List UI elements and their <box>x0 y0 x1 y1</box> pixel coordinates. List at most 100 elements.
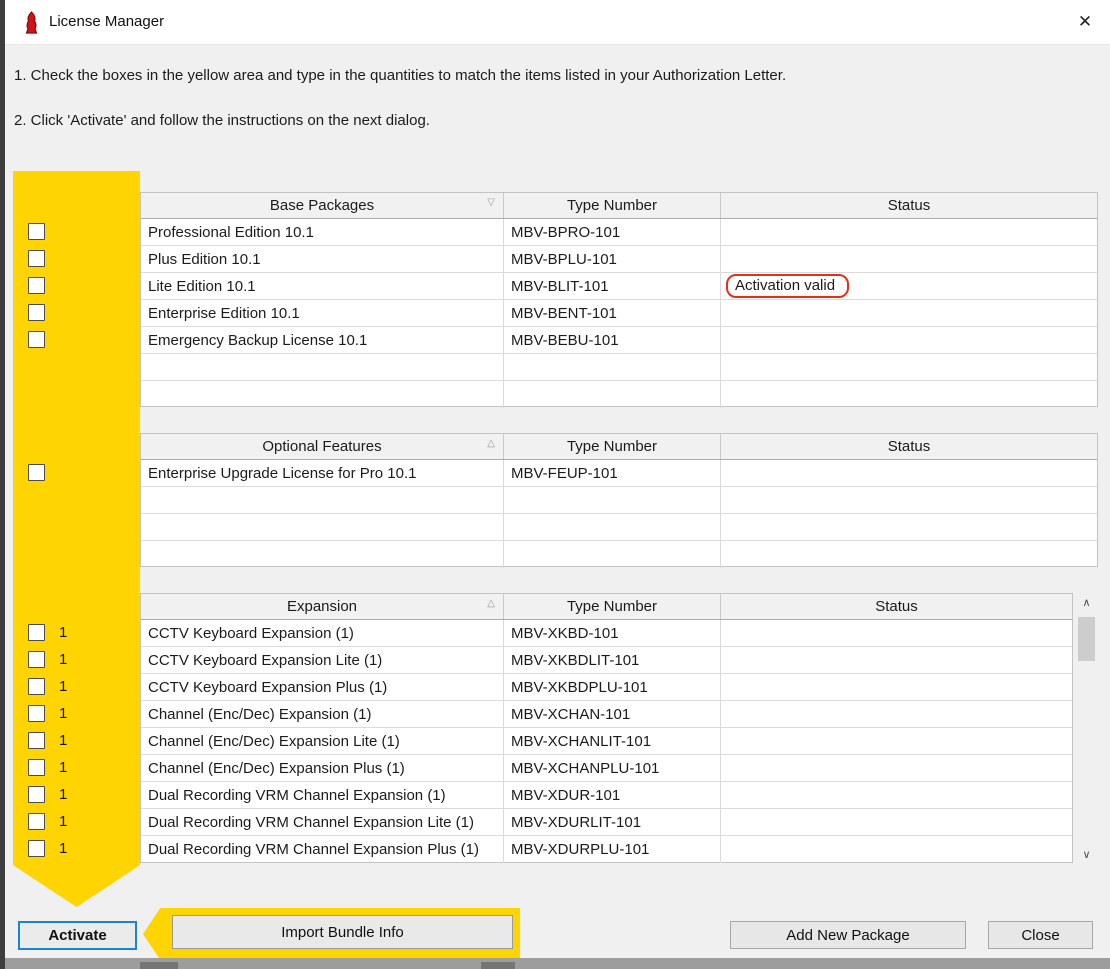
quantity-value[interactable]: 1 <box>59 840 69 857</box>
column-header-status[interactable]: Status <box>721 434 1097 459</box>
status-cell <box>721 674 1072 701</box>
checkbox-column <box>13 433 140 567</box>
checkbox-row: 1 <box>28 731 69 750</box>
table-row: Dual Recording VRM Channel Expansion Plu… <box>141 836 1072 863</box>
chevron-up-icon: ∧ <box>1082 596 1090 609</box>
quantity-value[interactable]: 1 <box>59 624 69 641</box>
package-name-cell <box>141 541 504 568</box>
row-checkbox[interactable] <box>28 277 45 294</box>
quantity-value[interactable]: 1 <box>59 705 69 722</box>
column-header-expansion[interactable]: Expansion △ <box>141 594 504 619</box>
package-name-cell: Dual Recording VRM Channel Expansion Lit… <box>141 809 504 836</box>
column-header-base-packages[interactable]: Base Packages ▽ <box>141 193 504 218</box>
quantity-value[interactable]: 1 <box>59 813 69 830</box>
row-checkbox[interactable] <box>28 705 45 722</box>
checkbox-row <box>28 303 45 322</box>
row-checkbox[interactable] <box>28 304 45 321</box>
activate-button[interactable]: Activate <box>18 921 137 950</box>
column-header-type-number[interactable]: Type Number <box>504 594 721 619</box>
title-bar: License Manager ✕ <box>5 0 1110 45</box>
checkbox-row: 1 <box>28 839 69 858</box>
status-cell <box>721 327 1097 354</box>
type-number-cell: MBV-XCHANPLU-101 <box>504 755 721 782</box>
checkbox-row <box>28 249 45 268</box>
checkbox-row: 1 <box>28 677 69 696</box>
scroll-down-button[interactable]: ∨ <box>1077 845 1096 863</box>
table-row: Dual Recording VRM Channel Expansion (1)… <box>141 782 1072 809</box>
close-button[interactable]: ✕ <box>1066 4 1104 40</box>
type-number-cell <box>504 487 721 514</box>
status-cell <box>721 381 1097 408</box>
row-checkbox[interactable] <box>28 732 45 749</box>
type-number-cell: MBV-FEUP-101 <box>504 460 721 487</box>
row-checkbox[interactable] <box>28 223 45 240</box>
close-dialog-button[interactable]: Close <box>988 921 1093 949</box>
scroll-up-button[interactable]: ∧ <box>1077 593 1096 611</box>
instruction-step-2: 2. Click 'Activate' and follow the instr… <box>14 112 1014 129</box>
table-row-empty <box>141 381 1097 408</box>
table-row: Enterprise Upgrade License for Pro 10.1M… <box>141 460 1097 487</box>
table-header: Optional Features △ Type Number Status <box>141 434 1097 460</box>
checkbox-row: 1 <box>28 785 69 804</box>
checkbox-row: 1 <box>28 650 69 669</box>
status-cell <box>721 809 1072 836</box>
status-cell <box>721 728 1072 755</box>
column-header-status[interactable]: Status <box>721 594 1072 619</box>
column-header-type-number[interactable]: Type Number <box>504 434 721 459</box>
quantity-value[interactable]: 1 <box>59 651 69 668</box>
column-header-status[interactable]: Status <box>721 193 1097 218</box>
scrollbar-thumb[interactable] <box>1078 617 1095 661</box>
table-header: Expansion △ Type Number Status <box>141 594 1072 620</box>
row-checkbox[interactable] <box>28 759 45 776</box>
package-name-cell <box>141 514 504 541</box>
package-name-cell: CCTV Keyboard Expansion Lite (1) <box>141 647 504 674</box>
status-cell <box>721 755 1072 782</box>
checkbox-row: 1 <box>28 623 69 642</box>
import-bundle-info-button[interactable]: Import Bundle Info <box>172 915 513 949</box>
quantity-value[interactable]: 1 <box>59 786 69 803</box>
status-cell <box>721 487 1097 514</box>
row-checkbox[interactable] <box>28 678 45 695</box>
table-row: Lite Edition 10.1MBV-BLIT-101Activation … <box>141 273 1097 300</box>
status-cell <box>721 782 1072 809</box>
background-fragment <box>140 962 178 969</box>
row-checkbox[interactable] <box>28 624 45 641</box>
table-row: CCTV Keyboard Expansion Lite (1)MBV-XKBD… <box>141 647 1072 674</box>
package-name-cell: Professional Edition 10.1 <box>141 219 504 246</box>
checkbox-row: 1 <box>28 812 69 831</box>
row-checkbox[interactable] <box>28 331 45 348</box>
column-header-optional-features[interactable]: Optional Features △ <box>141 434 504 459</box>
quantity-value[interactable]: 1 <box>59 759 69 776</box>
row-checkbox[interactable] <box>28 813 45 830</box>
add-new-package-button[interactable]: Add New Package <box>730 921 966 949</box>
package-name-cell: Dual Recording VRM Channel Expansion (1) <box>141 782 504 809</box>
row-checkbox[interactable] <box>28 464 45 481</box>
quantity-value[interactable]: 1 <box>59 732 69 749</box>
package-name-cell <box>141 354 504 381</box>
status-cell <box>721 620 1072 647</box>
table-row: Enterprise Edition 10.1MBV-BENT-101 <box>141 300 1097 327</box>
sort-asc-icon: △ <box>487 598 495 609</box>
table-row: Channel (Enc/Dec) Expansion Plus (1)MBV-… <box>141 755 1072 782</box>
status-cell <box>721 541 1097 568</box>
package-name-cell: Plus Edition 10.1 <box>141 246 504 273</box>
column-header-type-number[interactable]: Type Number <box>504 193 721 218</box>
row-checkbox[interactable] <box>28 250 45 267</box>
package-name-cell: Channel (Enc/Dec) Expansion Plus (1) <box>141 755 504 782</box>
status-cell <box>721 246 1097 273</box>
status-cell <box>721 514 1097 541</box>
row-checkbox[interactable] <box>28 840 45 857</box>
row-checkbox[interactable] <box>28 786 45 803</box>
quantity-value[interactable]: 1 <box>59 678 69 695</box>
screen-left-edge <box>0 0 5 969</box>
package-name-cell: CCTV Keyboard Expansion Plus (1) <box>141 674 504 701</box>
row-checkbox[interactable] <box>28 651 45 668</box>
type-number-cell: MBV-BLIT-101 <box>504 273 721 300</box>
type-number-cell: MBV-XKBD-101 <box>504 620 721 647</box>
status-annotation-highlight: Activation valid <box>726 274 849 298</box>
expansion-scrollbar[interactable]: ∧ ∨ <box>1077 593 1096 863</box>
type-number-cell <box>504 514 721 541</box>
package-name-cell: Channel (Enc/Dec) Expansion Lite (1) <box>141 728 504 755</box>
checkbox-row <box>28 276 45 295</box>
type-number-cell: MBV-BENT-101 <box>504 300 721 327</box>
